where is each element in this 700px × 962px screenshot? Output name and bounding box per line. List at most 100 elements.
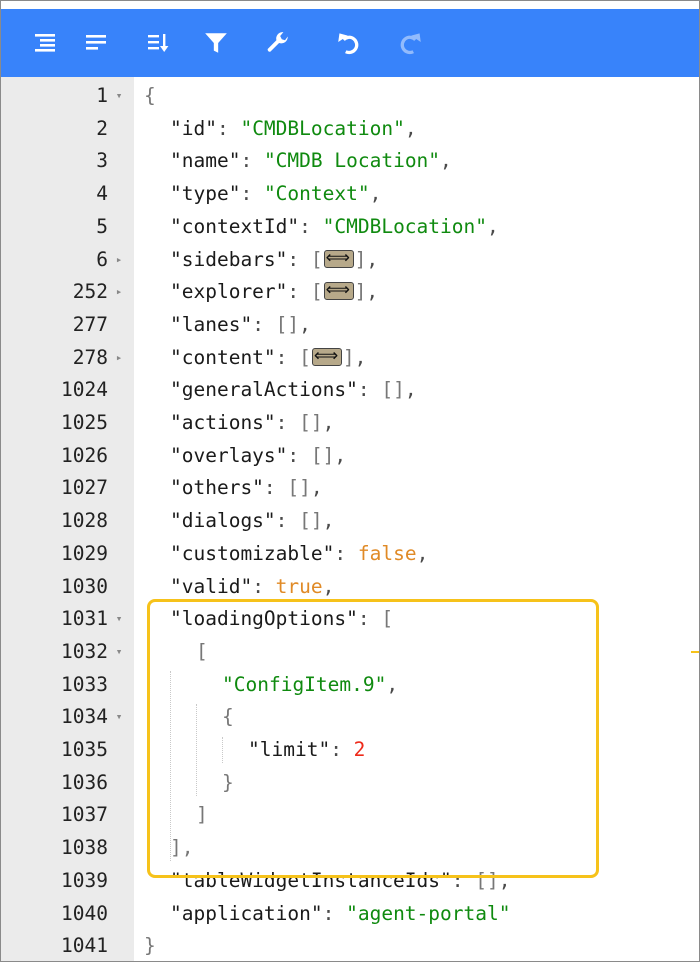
bracket: [ [299, 345, 311, 369]
code-line: 1026 "overlays": [], [1, 440, 699, 472]
code-line: 1029 "customizable": false, [1, 538, 699, 570]
undo-button[interactable] [332, 26, 366, 60]
expand-toggle-icon[interactable]: ▸ [112, 276, 126, 308]
code-text: "content": [], [170, 340, 367, 374]
comma: , [322, 411, 335, 434]
line-number: 1028 [61, 509, 108, 533]
code-line: 1027 "others": [], [1, 472, 699, 504]
line-number: 1025 [61, 411, 108, 434]
code-line: 1040 "application": "agent-portal" [1, 898, 699, 930]
undo-icon [338, 33, 359, 55]
code-text: "customizable": false, [170, 538, 428, 570]
expand-toggle-icon[interactable]: ▸ [112, 244, 126, 276]
colon: : [275, 345, 300, 369]
code-text: "contextId": "CMDBLocation", [170, 211, 499, 243]
json-value: [] [287, 476, 311, 500]
json-key: "contextId" [170, 214, 300, 238]
code-text: "dialogs": [], [170, 505, 334, 537]
line-number: 1034 [61, 705, 108, 729]
line-number: 5 [96, 214, 108, 238]
line-number: 1030 [61, 574, 108, 598]
line-number: 2 [96, 116, 108, 140]
line-number: 1027 [61, 476, 108, 500]
redo-icon [400, 33, 421, 55]
expand-collapsed-button[interactable] [323, 274, 354, 306]
json-value: [] [381, 378, 405, 402]
colon: : [216, 116, 241, 140]
code-line: 252▸ "explorer": [], [1, 274, 699, 308]
code-line: 2 "id": "CMDBLocation", [1, 113, 699, 145]
json-key: "type" [170, 182, 241, 206]
code-text: "generalActions": [], [170, 374, 417, 406]
line-number: 1040 [61, 901, 108, 925]
line-number: 4 [96, 182, 108, 206]
code-text: "overlays": [], [170, 440, 346, 472]
code-text: "name": "CMDB Location", [170, 145, 452, 177]
comma: , [366, 247, 379, 271]
line-number: 1032 [61, 639, 108, 663]
json-key: "sidebars" [170, 247, 288, 271]
sort-icon [148, 34, 169, 52]
collapse-toggle-icon[interactable]: ▾ [112, 80, 126, 112]
bracket: [ [310, 247, 323, 271]
colon: : [357, 378, 382, 402]
expand-toggle-icon[interactable]: ▸ [112, 342, 126, 374]
collapse-toggle-icon[interactable]: ▾ [112, 603, 126, 635]
line-number: 1041 [61, 934, 108, 958]
format-button[interactable] [28, 26, 62, 60]
code-line: 277 "lanes": [], [1, 309, 699, 341]
comma: , [354, 345, 367, 369]
code-text: "actions": [], [170, 407, 334, 439]
json-key: "id" [170, 116, 217, 140]
line-number: 1033 [61, 672, 108, 696]
json-value: [] [310, 443, 335, 467]
json-key: "content" [170, 345, 276, 369]
compact-icon [86, 35, 106, 50]
bracket: ] [354, 247, 367, 271]
json-value: true [275, 574, 323, 598]
code-line: 278▸ "content": [], [1, 340, 699, 374]
json-value: "CMDB Location" [263, 149, 441, 173]
comma: , [310, 476, 323, 500]
redo-button[interactable] [393, 26, 427, 60]
code-text: "sidebars": [], [170, 242, 379, 276]
line-number: 1035 [61, 738, 108, 761]
code-text: "others": [], [170, 472, 323, 504]
filter-button[interactable] [199, 26, 233, 60]
json-key: "explorer" [170, 280, 288, 304]
comma: , [404, 378, 417, 402]
code-text: "id": "CMDBLocation", [170, 113, 417, 145]
colon: : [263, 476, 288, 500]
line-number: 278 [72, 345, 108, 369]
json-key: "application" [170, 901, 323, 925]
colon: : [252, 312, 276, 336]
line-number: 3 [96, 149, 108, 173]
sort-button[interactable] [141, 26, 175, 60]
line-number: 6 [96, 247, 108, 271]
collapse-toggle-icon[interactable]: ▾ [112, 636, 126, 668]
line-number: 277 [72, 312, 108, 336]
code-line: 1030 "valid": true, [1, 571, 699, 603]
json-value: "Context" [263, 182, 370, 206]
repair-button[interactable] [261, 26, 295, 60]
line-number: 252 [72, 280, 108, 304]
json-value: [] [275, 312, 300, 336]
code-text: "explorer": [], [170, 274, 378, 308]
code-line: 4 "type": "Context", [1, 178, 699, 210]
colon: : [322, 901, 347, 925]
line-number: 1037 [61, 803, 108, 827]
json-editor: 1 ▾{2 "id": "CMDBLocation", 3 "name": "CMDB … [0, 0, 700, 962]
compact-button[interactable] [79, 26, 113, 60]
json-key: "name" [170, 149, 241, 173]
collapse-toggle-icon[interactable]: ▾ [112, 701, 126, 733]
bracket: ] [354, 280, 367, 304]
format-icon [35, 34, 55, 52]
colon: : [275, 411, 300, 434]
json-value: "CMDBLocation" [240, 116, 405, 140]
annotation-arrow [691, 651, 699, 653]
line-number: 1031 [61, 607, 108, 631]
expand-collapsed-button[interactable] [323, 242, 354, 274]
repair-icon [267, 32, 288, 52]
json-key: "customizable" [170, 541, 335, 565]
expand-collapsed-button[interactable] [311, 340, 342, 372]
